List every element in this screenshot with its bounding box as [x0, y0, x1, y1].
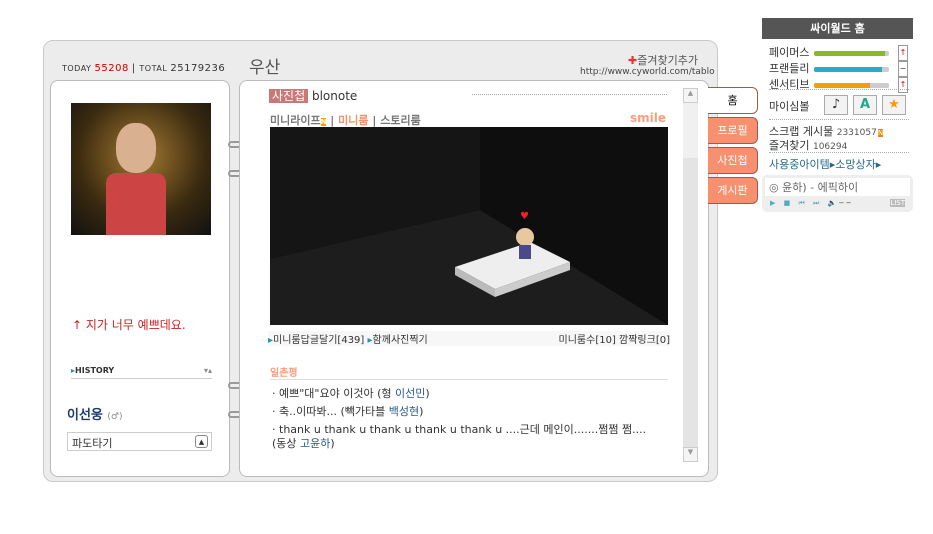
stat-sensitive: 센서티브 ↑ [769, 77, 908, 93]
stats-list: 페이머스 ↑ 프랜들리 − 센서티브 ↑ [769, 45, 909, 93]
plus-icon: ✚ [628, 54, 638, 67]
nav-storyroom[interactable]: 스토리룸 [380, 114, 420, 127]
total-count: 25179236 [170, 63, 226, 74]
avatar [516, 228, 534, 246]
tab-home[interactable]: 홈 [708, 87, 758, 114]
miniroom-view[interactable]: ♥ [270, 127, 668, 325]
used-items-link[interactable]: 사용중아이템 [769, 158, 830, 171]
total-label: TOTAL [139, 64, 168, 73]
miniroom-reply-link[interactable]: 미니룸답글달기[439] [273, 335, 364, 346]
add-favorite-link[interactable]: ✚즐겨찾기추가 [628, 52, 698, 68]
playlist-button[interactable]: LIST [890, 199, 905, 207]
section-header: 사진첩 blonote [269, 87, 357, 104]
commenter-link[interactable]: 백성현 [389, 405, 419, 418]
star-icon[interactable]: ★ [882, 95, 906, 115]
miniroom-nav: 미니라이프N | 미니룸 | 스토리룸 [270, 114, 421, 127]
commenter-link[interactable]: 고윤하 [300, 437, 330, 450]
wish-box-link[interactable]: 소망상자 [835, 158, 875, 171]
wave-select[interactable]: 파도타기 ▲ [67, 432, 212, 451]
section-subtitle: blonote [311, 89, 358, 103]
today-label: TODAY [62, 64, 92, 73]
scrollbar[interactable]: ▲ ▼ [683, 88, 698, 462]
now-playing: ◎ 윤하) - 에픽하이 [765, 178, 910, 196]
scroll-down-icon[interactable]: ▼ [683, 447, 698, 462]
miniroom-stats: 미니룸수[10] 깜짝링크[0] [558, 335, 670, 346]
up-icon[interactable]: ↑ [898, 45, 908, 61]
scroll-thumb[interactable] [683, 103, 698, 158]
visitor-counter: TODAY 55208 | TOTAL 25179236 [62, 63, 226, 74]
music-note-icon[interactable]: ♪ [824, 95, 848, 115]
my-symbol-label: 마이심볼 [769, 100, 810, 113]
profile-caption: ↑ 지가 너무 예쁘데요. [72, 318, 186, 332]
favorite-count: 즐겨찾기 106294 [769, 139, 848, 152]
item-links: 사용중아이템▸소망상자▸ [769, 158, 882, 171]
miniroom-footer: ▸미니룸답글달기[439] ▸함께사진찍기 미니룸수[10] 깜짝링크[0] [268, 331, 670, 346]
tab-profile[interactable]: 프로필 [708, 117, 758, 144]
cd-icon: ◎ [769, 181, 779, 194]
nav-minilife[interactable]: 미니라이프 [270, 114, 321, 127]
expand-icon: ▾▴ [203, 366, 212, 375]
svg-text:♥: ♥ [520, 211, 529, 222]
ilchon-title: 일촌평 [270, 364, 668, 380]
owner-name: 이선웅 (♂) [67, 408, 123, 423]
history-toggle[interactable]: ▸HISTORY ▾▴ [71, 366, 212, 379]
comment-item: · 축..이따봐... (빽가타블 백성현) [272, 405, 424, 418]
up-arrow-icon: ▲ [195, 435, 208, 448]
minus-icon[interactable]: − [898, 61, 908, 77]
divider [472, 94, 667, 95]
tab-photos[interactable]: 사진첩 [708, 147, 758, 174]
today-count: 55208 [94, 63, 129, 74]
commenter-link[interactable]: 이선민 [395, 387, 425, 400]
nav-miniroom[interactable]: 미니룸 [338, 114, 368, 127]
profile-photo [71, 103, 211, 235]
letter-a-icon[interactable]: A [853, 95, 877, 115]
cyworld-home-button[interactable]: 싸이월드 홈 [762, 18, 913, 39]
scroll-up-icon[interactable]: ▲ [683, 88, 698, 103]
player-controls[interactable]: ▶ ■ ⏮ ⏭ 🔈━━ LIST [762, 199, 913, 208]
mood-label: smile [630, 111, 667, 125]
comment-list: · 예쁘"대"요야 이것아 (형 이선민) · 축..이따봐... (빽가타블 … [272, 385, 652, 451]
comment-item: · thank u thank u thank u thank u thank … [272, 423, 647, 450]
homepage-url[interactable]: http://www.cyworld.com/tablo [580, 67, 715, 77]
miniroom-scene: ♥ [270, 127, 668, 325]
stat-famous: 페이머스 ↑ [769, 45, 908, 61]
page-title: 우산 [249, 58, 281, 78]
photo-together-link[interactable]: 함께사진찍기 [373, 335, 428, 346]
comment-item: · 예쁘"대"요야 이것아 (형 이선민) [272, 387, 430, 400]
tab-board[interactable]: 게시판 [708, 177, 758, 204]
up-icon[interactable]: ↑ [898, 77, 908, 93]
stat-friendly: 프랜들리 − [769, 61, 908, 77]
music-player: ◎ 윤하) - 에픽하이 ▶ ■ ⏮ ⏭ 🔈━━ LIST [762, 175, 913, 212]
category-badge: 사진첩 [269, 89, 309, 103]
gender-icon: (♂) [107, 412, 123, 422]
new-icon: N [877, 129, 884, 137]
